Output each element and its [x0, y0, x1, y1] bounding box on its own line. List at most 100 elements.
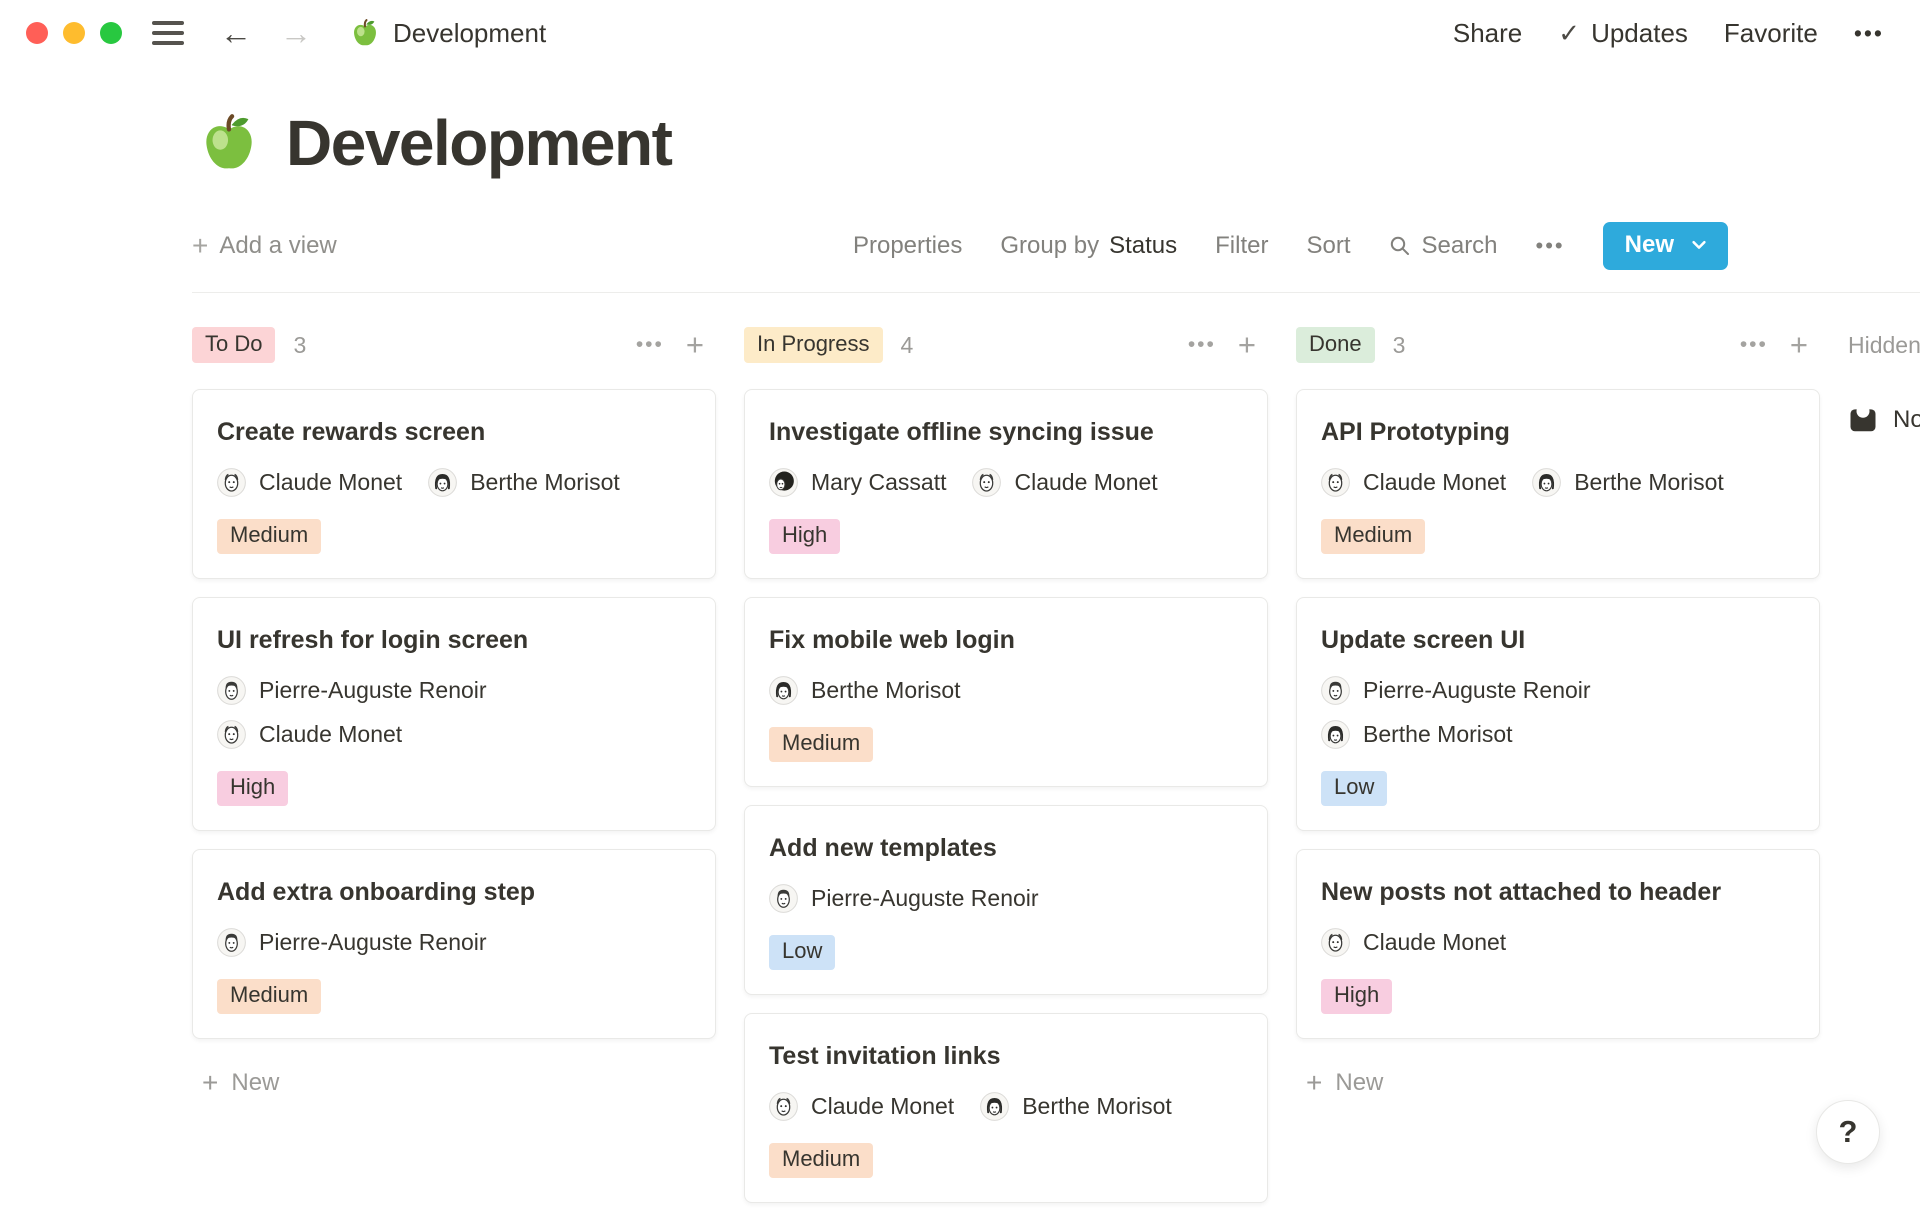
- assignee-name: Claude Monet: [1363, 929, 1506, 956]
- plus-icon: +: [192, 230, 208, 262]
- column-add-icon[interactable]: +: [686, 327, 704, 363]
- column-count: 4: [901, 332, 914, 359]
- assignee-name: Berthe Morisot: [1022, 1093, 1172, 1120]
- column-more-icon[interactable]: •••: [636, 333, 664, 357]
- avatar-mary-cassatt-icon: [769, 468, 798, 497]
- card-title: Add new templates: [769, 834, 1243, 863]
- group-by-button[interactable]: Group by Status: [1000, 232, 1177, 260]
- inbox-icon: [1848, 405, 1878, 435]
- hidden-column-label: No Status: [1893, 406, 1920, 434]
- card-fix-mobile-web-login[interactable]: Fix mobile web login Berthe Morisot Medi…: [744, 597, 1268, 787]
- card-title: Add extra onboarding step: [217, 878, 691, 907]
- column-more-icon[interactable]: •••: [1188, 333, 1216, 357]
- search-icon: [1388, 234, 1412, 258]
- column-count: 3: [1393, 332, 1406, 359]
- card-test-invitation-links[interactable]: Test invitation links Claude Monet Berth…: [744, 1013, 1268, 1203]
- assignee: Pierre-Auguste Renoir: [769, 884, 1039, 913]
- card-api-prototyping[interactable]: API Prototyping Claude Monet Berthe Mori…: [1296, 389, 1820, 579]
- favorite-button[interactable]: Favorite: [1724, 18, 1818, 49]
- column-status-badge[interactable]: In Progress: [744, 327, 883, 363]
- column-new-card-button[interactable]: + New: [1306, 1067, 1820, 1099]
- sort-button[interactable]: Sort: [1306, 232, 1350, 260]
- priority-badge: Medium: [769, 727, 873, 762]
- column-status-badge[interactable]: To Do: [192, 327, 275, 363]
- priority-badge: Low: [1321, 771, 1387, 806]
- card-update-screen-ui[interactable]: Update screen UI Pierre-Auguste Renoir B…: [1296, 597, 1820, 831]
- assignee-name: Pierre-Auguste Renoir: [1363, 677, 1591, 704]
- chevron-down-icon[interactable]: [1690, 236, 1708, 254]
- filter-button[interactable]: Filter: [1215, 232, 1268, 260]
- card-title: Investigate offline syncing issue: [769, 418, 1243, 447]
- close-button[interactable]: [26, 22, 48, 44]
- hidden-columns-label[interactable]: Hidden columns: [1848, 327, 1920, 359]
- hidden-column-no-status[interactable]: No Status: [1848, 405, 1920, 435]
- card-ui-refresh-for-login-screen[interactable]: UI refresh for login screen Pierre-Augus…: [192, 597, 716, 831]
- share-button[interactable]: Share: [1453, 18, 1522, 49]
- avatar-berthe-morisot-icon: [428, 468, 457, 497]
- column-more-icon[interactable]: •••: [1740, 333, 1768, 357]
- updates-button[interactable]: ✓ Updates: [1558, 18, 1688, 49]
- new-button[interactable]: New: [1603, 222, 1728, 270]
- assignee-name: Berthe Morisot: [1574, 469, 1724, 496]
- back-arrow-icon[interactable]: ←: [220, 17, 252, 49]
- priority-badge: High: [769, 519, 840, 554]
- sidebar-menu-button[interactable]: [152, 21, 184, 45]
- priority-badge: Medium: [769, 1143, 873, 1178]
- group-by-value: Status: [1109, 232, 1177, 260]
- help-label: ?: [1839, 1114, 1858, 1150]
- forward-arrow-icon[interactable]: →: [280, 17, 312, 49]
- card-create-rewards-screen[interactable]: Create rewards screen Claude Monet Berth…: [192, 389, 716, 579]
- priority-badge: Low: [769, 935, 835, 970]
- card-title: New posts not attached to header: [1321, 878, 1795, 907]
- kanban-board: To Do 3 ••• + Create rewards screen Clau…: [192, 327, 1920, 1221]
- column-status-badge[interactable]: Done: [1296, 327, 1375, 363]
- assignee: Claude Monet: [769, 1092, 954, 1121]
- card-title: Fix mobile web login: [769, 626, 1243, 655]
- avatar-berthe-morisot-icon: [980, 1092, 1009, 1121]
- breadcrumb[interactable]: Development: [350, 18, 546, 49]
- column-count: 3: [293, 332, 306, 359]
- assignee-name: Pierre-Auguste Renoir: [259, 677, 487, 704]
- apple-emoji-icon: [350, 18, 380, 48]
- page-title[interactable]: Development: [286, 106, 671, 180]
- card-add-new-templates[interactable]: Add new templates Pierre-Auguste Renoir …: [744, 805, 1268, 995]
- topbar-actions: Share ✓ Updates Favorite •••: [1453, 18, 1884, 49]
- priority-badge: High: [217, 771, 288, 806]
- view-controls: Properties Group by Status Filter Sort S…: [853, 222, 1728, 270]
- assignee-name: Berthe Morisot: [1363, 721, 1513, 748]
- column-add-icon[interactable]: +: [1238, 327, 1256, 363]
- menu-bar: [152, 31, 184, 35]
- avatar-berthe-morisot-icon: [1532, 468, 1561, 497]
- new-card-label: New: [231, 1069, 279, 1097]
- card-add-extra-onboarding-step[interactable]: Add extra onboarding step Pierre-Auguste…: [192, 849, 716, 1039]
- search-button[interactable]: Search: [1388, 232, 1497, 260]
- avatar-pierre-auguste-renoir-icon: [217, 928, 246, 957]
- properties-button[interactable]: Properties: [853, 232, 962, 260]
- column-add-icon[interactable]: +: [1790, 327, 1808, 363]
- assignee-name: Claude Monet: [811, 1093, 954, 1120]
- add-view-label: Add a view: [219, 232, 336, 260]
- card-new-posts-not-attached-to-header[interactable]: New posts not attached to header Claude …: [1296, 849, 1820, 1039]
- assignee-name: Claude Monet: [259, 721, 402, 748]
- assignee: Berthe Morisot: [1532, 468, 1724, 497]
- card-investigate-offline-syncing-issue[interactable]: Investigate offline syncing issue Mary C…: [744, 389, 1268, 579]
- avatar-claude-monet-icon: [1321, 468, 1350, 497]
- column-header: In Progress 4 ••• +: [744, 327, 1268, 363]
- maximize-button[interactable]: [100, 22, 122, 44]
- minimize-button[interactable]: [63, 22, 85, 44]
- assignee-name: Claude Monet: [1363, 469, 1506, 496]
- column-done: Done 3 ••• + API Prototyping Claude Mone…: [1296, 327, 1820, 1099]
- toolbar-divider: [192, 292, 1920, 293]
- add-view-button[interactable]: + Add a view: [192, 230, 337, 262]
- assignee: Mary Cassatt: [769, 468, 946, 497]
- assignee: Claude Monet: [1321, 468, 1506, 497]
- assignee: Claude Monet: [1321, 928, 1506, 957]
- view-more-icon[interactable]: •••: [1536, 233, 1565, 259]
- more-options-icon[interactable]: •••: [1854, 20, 1884, 47]
- column-new-card-button[interactable]: + New: [202, 1067, 716, 1099]
- avatar-claude-monet-icon: [217, 468, 246, 497]
- plus-icon: +: [202, 1067, 218, 1099]
- help-button[interactable]: ?: [1816, 1100, 1880, 1164]
- avatar-claude-monet-icon: [972, 468, 1001, 497]
- page-icon-apple[interactable]: [198, 112, 260, 174]
